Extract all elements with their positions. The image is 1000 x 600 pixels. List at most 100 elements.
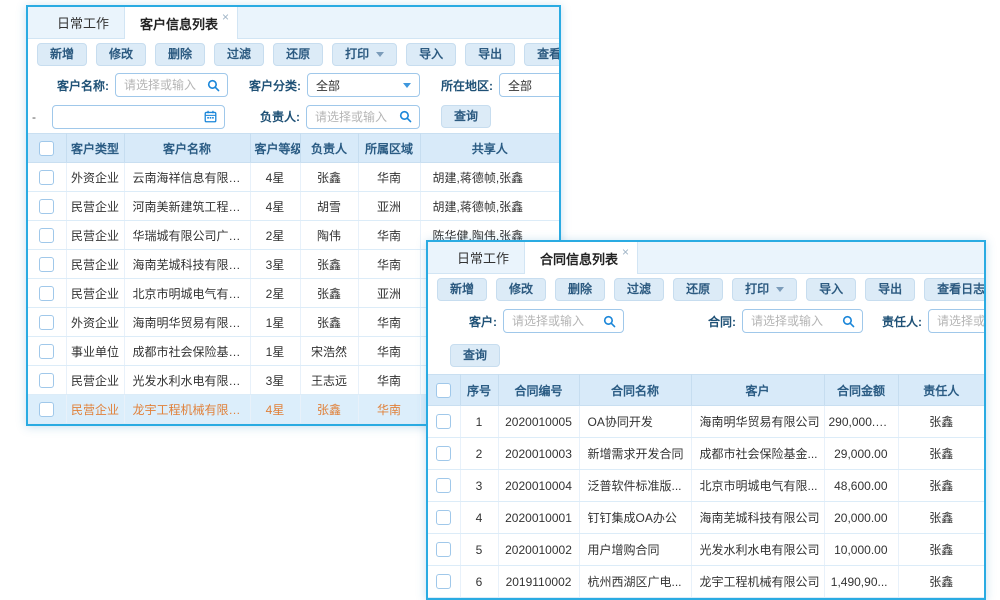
customer-name-link[interactable]: 河南美新建筑工程公司 xyxy=(124,192,250,221)
table-row[interactable]: 22020010003新增需求开发合同成都市社会保险基金...29,000.00… xyxy=(428,438,984,470)
contract-name-link[interactable]: 用户增购合同 xyxy=(579,534,691,566)
edit-button[interactable]: 修改 xyxy=(96,43,146,66)
row-checkbox[interactable] xyxy=(436,510,451,525)
delete-button[interactable]: 删除 xyxy=(555,278,605,301)
contract-code-link[interactable]: 2020010005 xyxy=(498,406,579,438)
table-row[interactable]: 民营企业河南美新建筑工程公司4星胡雪亚洲胡建,蒋德帧,张鑫 xyxy=(28,192,559,221)
customer-name-input[interactable] xyxy=(115,73,228,97)
row-checkbox[interactable] xyxy=(39,199,54,214)
customer-name-link[interactable]: 成都市社会保险基金... xyxy=(124,337,250,366)
contract-name-link[interactable]: 泛普软件标准版... xyxy=(579,470,691,502)
print-button[interactable]: 打印 xyxy=(732,278,797,301)
close-tab-icon[interactable]: × xyxy=(622,246,629,258)
customer-link[interactable]: 成都市社会保险基金... xyxy=(691,438,824,470)
row-checkbox[interactable] xyxy=(39,257,54,272)
column-header[interactable]: 共享人 xyxy=(420,134,559,163)
print-button[interactable]: 打印 xyxy=(332,43,397,66)
export-button[interactable]: 导出 xyxy=(465,43,515,66)
add-button[interactable]: 新增 xyxy=(37,43,87,66)
filter-button[interactable]: 过滤 xyxy=(214,43,264,66)
owner-field[interactable] xyxy=(307,110,399,124)
contract-code-link[interactable]: 2020010003 xyxy=(498,438,579,470)
customer-category-select[interactable]: 全部 xyxy=(307,73,420,97)
owner-link[interactable]: 张鑫 xyxy=(300,163,358,192)
delete-button[interactable]: 删除 xyxy=(155,43,205,66)
table-row[interactable]: 42020010001钉钉集成OA办公海南芜城科技有限公司20,000.00张鑫 xyxy=(428,502,984,534)
owner-link[interactable]: 张鑫 xyxy=(300,308,358,337)
row-checkbox[interactable] xyxy=(39,402,54,417)
row-checkbox[interactable] xyxy=(39,373,54,388)
table-row[interactable]: 外资企业云南海祥信息有限公司4星张鑫华南胡建,蒋德帧,张鑫 xyxy=(28,163,559,192)
search-icon[interactable] xyxy=(603,315,623,328)
owner-link[interactable]: 陶伟 xyxy=(300,221,358,250)
column-header[interactable]: 责任人 xyxy=(898,375,984,406)
contract-name-link[interactable]: 钉钉集成OA办公 xyxy=(579,502,691,534)
row-checkbox[interactable] xyxy=(436,414,451,429)
customer-input[interactable] xyxy=(503,309,624,333)
table-row[interactable]: 52020010002用户增购合同光发水利水电有限公司10,000.00张鑫 xyxy=(428,534,984,566)
owner-link[interactable]: 王志远 xyxy=(300,366,358,395)
select-all-checkbox[interactable] xyxy=(436,383,451,398)
customer-name-link[interactable]: 光发水利水电有限公司 xyxy=(124,366,250,395)
customer-name-link[interactable]: 云南海祥信息有限公司 xyxy=(124,163,250,192)
restore-button[interactable]: 还原 xyxy=(673,278,723,301)
customer-name-link[interactable]: 华瑞城有限公司广告... xyxy=(124,221,250,250)
row-checkbox[interactable] xyxy=(39,228,54,243)
row-checkbox[interactable] xyxy=(39,170,54,185)
region-field[interactable] xyxy=(500,78,561,92)
contract-code-link[interactable]: 2020010004 xyxy=(498,470,579,502)
customer-link[interactable]: 龙宇工程机械有限公司 xyxy=(691,566,824,598)
contract-name-link[interactable]: OA协同开发 xyxy=(579,406,691,438)
close-tab-icon[interactable]: × xyxy=(222,11,229,23)
contract-code-link[interactable]: 2019110002 xyxy=(498,566,579,598)
date-field[interactable] xyxy=(53,110,204,124)
tab-customer-info-list[interactable]: 客户信息列表 × xyxy=(124,7,238,39)
column-header[interactable]: 客户类型 xyxy=(66,134,124,163)
contract-code-link[interactable]: 2020010002 xyxy=(498,534,579,566)
row-checkbox[interactable] xyxy=(436,574,451,589)
search-icon[interactable] xyxy=(842,315,862,328)
search-icon[interactable] xyxy=(399,110,419,123)
table-row[interactable]: 12020010005OA协同开发海南明华贸易有限公司290,000.00张鑫 xyxy=(428,406,984,438)
column-header[interactable]: 所属区域 xyxy=(358,134,420,163)
region-input[interactable] xyxy=(499,73,561,97)
column-header[interactable]: 合同金额 xyxy=(824,375,898,406)
owner-link[interactable]: 宋浩然 xyxy=(300,337,358,366)
row-checkbox[interactable] xyxy=(436,478,451,493)
add-button[interactable]: 新增 xyxy=(437,278,487,301)
responsible-field[interactable] xyxy=(929,314,986,328)
column-header[interactable]: 客户等级 xyxy=(250,134,300,163)
export-button[interactable]: 导出 xyxy=(865,278,915,301)
customer-name-link[interactable]: 龙宇工程机械有限公司 xyxy=(124,395,250,424)
row-checkbox[interactable] xyxy=(436,446,451,461)
customer-name-link[interactable]: 海南芜城科技有限公司 xyxy=(124,250,250,279)
query-button[interactable]: 查询 xyxy=(441,105,491,128)
edit-button[interactable]: 修改 xyxy=(496,278,546,301)
customer-link[interactable]: 光发水利水电有限公司 xyxy=(691,534,824,566)
import-button[interactable]: 导入 xyxy=(806,278,856,301)
row-checkbox[interactable] xyxy=(39,315,54,330)
search-icon[interactable] xyxy=(207,79,227,92)
customer-field[interactable] xyxy=(504,314,603,328)
calendar-icon[interactable] xyxy=(204,110,224,123)
customer-link[interactable]: 北京市明城电气有限... xyxy=(691,470,824,502)
owner-link[interactable]: 胡雪 xyxy=(300,192,358,221)
view-log-button[interactable]: 查看日志 xyxy=(524,43,561,66)
customer-link[interactable]: 海南明华贸易有限公司 xyxy=(691,406,824,438)
contract-name-link[interactable]: 新增需求开发合同 xyxy=(579,438,691,470)
customer-name-link[interactable]: 北京市明城电气有限... xyxy=(124,279,250,308)
tab-daily-work[interactable]: 日常工作 xyxy=(442,242,524,273)
owner-link[interactable]: 张鑫 xyxy=(300,279,358,308)
row-checkbox[interactable] xyxy=(39,286,54,301)
contract-code-link[interactable]: 2020010001 xyxy=(498,502,579,534)
import-button[interactable]: 导入 xyxy=(406,43,456,66)
contract-name-link[interactable]: 杭州西湖区广电... xyxy=(579,566,691,598)
customer-name-link[interactable]: 海南明华贸易有限公司 xyxy=(124,308,250,337)
contract-input[interactable] xyxy=(742,309,863,333)
owner-link[interactable]: 张鑫 xyxy=(300,250,358,279)
responsible-input[interactable] xyxy=(928,309,986,333)
query-button[interactable]: 查询 xyxy=(450,344,500,367)
customer-name-field[interactable] xyxy=(116,78,207,92)
owner-link[interactable]: 张鑫 xyxy=(300,395,358,424)
table-row[interactable]: 62019110002杭州西湖区广电...龙宇工程机械有限公司1,490,90.… xyxy=(428,566,984,598)
